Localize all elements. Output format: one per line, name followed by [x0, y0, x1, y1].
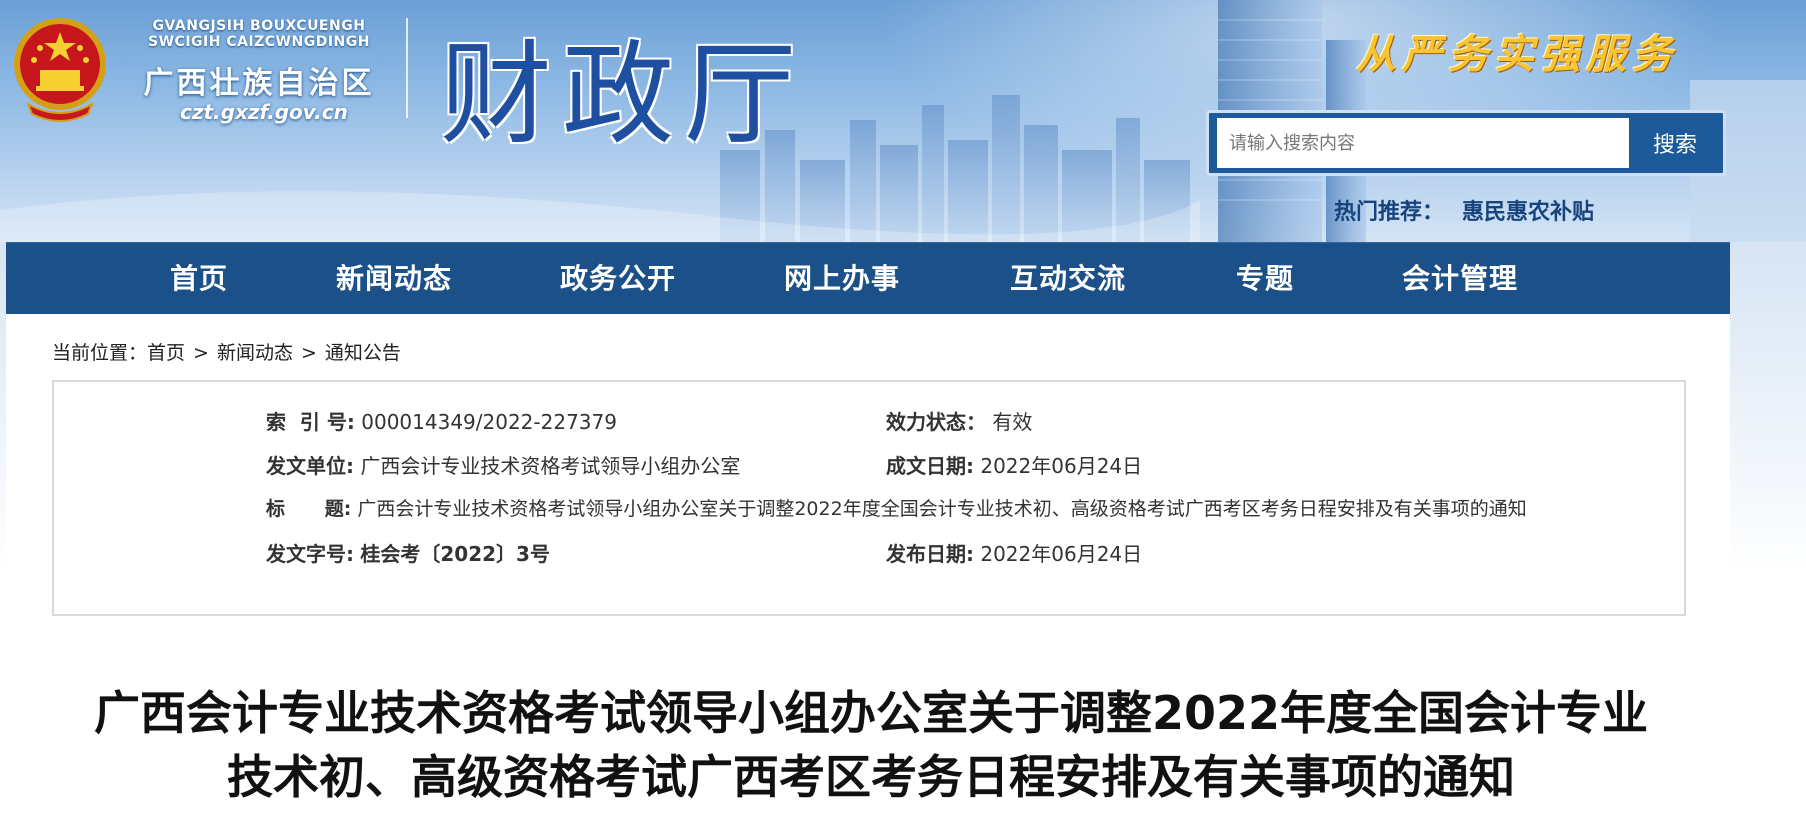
issuer-value: 广西会计专业技术资格考试领导小组办公室	[360, 454, 741, 478]
search-button[interactable]: 搜索	[1631, 118, 1719, 168]
nav-accounting[interactable]: 会计管理	[1402, 243, 1518, 315]
site-domain: czt.gxzf.gov.cn	[180, 100, 348, 124]
publish-date-label: 发布日期:	[886, 542, 974, 566]
article-title-line-1: 广西会计专业技术资格考试领导小组办公室关于调整2022年度全国会计专业	[93, 685, 1649, 740]
national-emblem-icon	[14, 18, 106, 122]
document-info-table: 索 引 号: 000014349/2022-227379 效力状态： 有效 发文…	[52, 380, 1686, 616]
publish-date-value: 2022年06月24日	[980, 542, 1143, 566]
nav-home[interactable]: 首页	[170, 243, 228, 315]
index-number-label: 索 引 号:	[266, 410, 355, 434]
breadcrumb-separator: >	[300, 342, 317, 364]
english-region-name: GVANGJSIH BOUXCUENGH SWCIGIH CAIZCWNGDIN…	[148, 18, 370, 50]
doc-number-label: 发文字号:	[266, 542, 354, 566]
search-input[interactable]	[1217, 118, 1629, 168]
hot-recommend-link[interactable]: 惠民惠农补贴	[1462, 200, 1594, 225]
breadcrumb-separator: >	[193, 342, 209, 364]
title-value: 广西会计专业技术资格考试领导小组办公室关于调整2022年度全国会计专业技术初、高…	[357, 498, 1527, 520]
content-area: 当前位置：首页 > 新闻动态 > 通知公告 索 引 号: 000014349/2022-…	[6, 314, 1730, 820]
breadcrumb-news[interactable]: 新闻动态	[217, 342, 293, 364]
breadcrumb-home[interactable]: 首页	[147, 342, 185, 364]
index-number-value: 000014349/2022-227379	[361, 410, 617, 434]
slogan: 从严务实强服务	[1356, 31, 1678, 78]
publish-date-field: 发布日期: 2022年06月24日	[886, 538, 1142, 567]
doc-number-field: 发文字号: 桂会考〔2022〕3号	[266, 538, 550, 567]
department-title: 财政厅	[440, 30, 806, 160]
main-nav: 首页 新闻动态 政务公开 网上办事 互动交流 专题 会计管理	[6, 242, 1730, 315]
issuer-field: 发文单位: 广西会计专业技术资格考试领导小组办公室	[266, 450, 740, 479]
status-field: 效力状态： 有效	[886, 406, 1032, 435]
breadcrumb: 当前位置：首页 > 新闻动态 > 通知公告	[52, 338, 401, 365]
nav-government-affairs[interactable]: 政务公开	[560, 243, 676, 315]
written-date-value: 2022年06月24日	[980, 454, 1143, 478]
hot-recommend-label: 热门推荐：	[1334, 200, 1445, 225]
header-banner: GVANGJSIH BOUXCUENGH SWCIGIH CAIZCWNGDIN…	[0, 0, 1806, 242]
breadcrumb-notices[interactable]: 通知公告	[325, 342, 401, 364]
nav-interaction[interactable]: 互动交流	[1010, 243, 1126, 315]
issuer-label: 发文单位:	[266, 454, 354, 478]
nav-online-services[interactable]: 网上办事	[784, 243, 900, 315]
article-title: 广西会计专业技术资格考试领导小组办公室关于调整2022年度全国会计专业 技术初、…	[46, 681, 1696, 809]
status-label: 效力状态：	[886, 410, 986, 434]
chinese-region-name: 广西壮族自治区	[143, 66, 375, 101]
breadcrumb-prefix: 当前位置：	[52, 342, 148, 364]
doc-number-value: 桂会考〔2022〕3号	[360, 542, 550, 566]
header-divider	[406, 18, 408, 118]
title-field: 标 题: 广西会计专业技术资格考试领导小组办公室关于调整2022年度全国会计专业…	[266, 494, 1527, 521]
written-date-field: 成文日期: 2022年06月24日	[886, 450, 1142, 479]
nav-topics[interactable]: 专题	[1236, 243, 1294, 315]
search-box: 搜索	[1206, 110, 1726, 176]
hot-recommend: 热门推荐： 惠民惠农补贴	[1334, 194, 1594, 226]
title-label: 标 题:	[266, 498, 352, 520]
status-value: 有效	[992, 410, 1033, 434]
written-date-label: 成文日期:	[886, 454, 974, 478]
nav-news[interactable]: 新闻动态	[336, 243, 452, 315]
article-title-line-2: 技术初、高级资格考试广西考区考务日程安排及有关事项的通知	[227, 749, 1515, 804]
index-number-field: 索 引 号: 000014349/2022-227379	[266, 406, 617, 435]
